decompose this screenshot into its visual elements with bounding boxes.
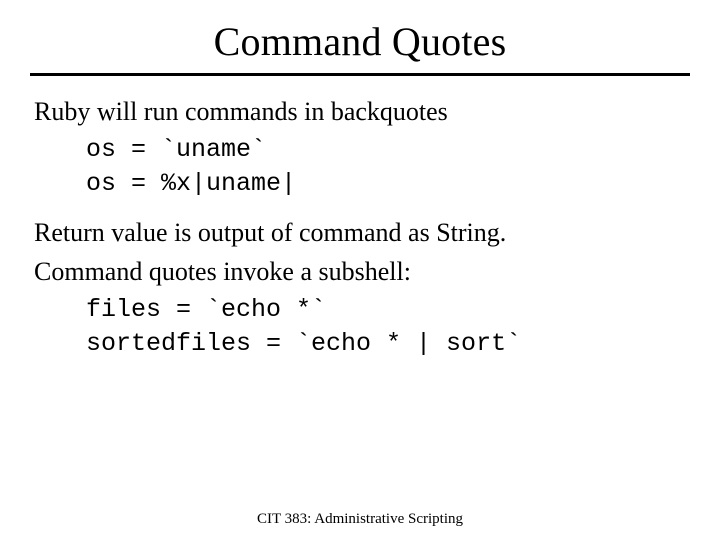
code-block-subshell: files = `echo *` sortedfiles = `echo * |…: [86, 293, 686, 361]
paragraph-subshell: Command quotes invoke a subshell:: [34, 254, 686, 289]
paragraph-intro: Ruby will run commands in backquotes: [34, 94, 686, 129]
slide-title: Command Quotes: [0, 18, 720, 65]
code-block-backquotes: os = `uname` os = %x|uname|: [86, 133, 686, 201]
slide-body: Ruby will run commands in backquotes os …: [34, 94, 686, 360]
code-line: os = `uname`: [86, 135, 266, 164]
code-line: sortedfiles = `echo * | sort`: [86, 329, 521, 358]
slide: Command Quotes Ruby will run commands in…: [0, 18, 720, 558]
code-line: files = `echo *`: [86, 295, 326, 324]
title-divider: [30, 73, 690, 76]
code-line: os = %x|uname|: [86, 169, 296, 198]
slide-footer: CIT 383: Administrative Scripting: [0, 511, 720, 528]
paragraph-return-value: Return value is output of command as Str…: [34, 215, 686, 250]
